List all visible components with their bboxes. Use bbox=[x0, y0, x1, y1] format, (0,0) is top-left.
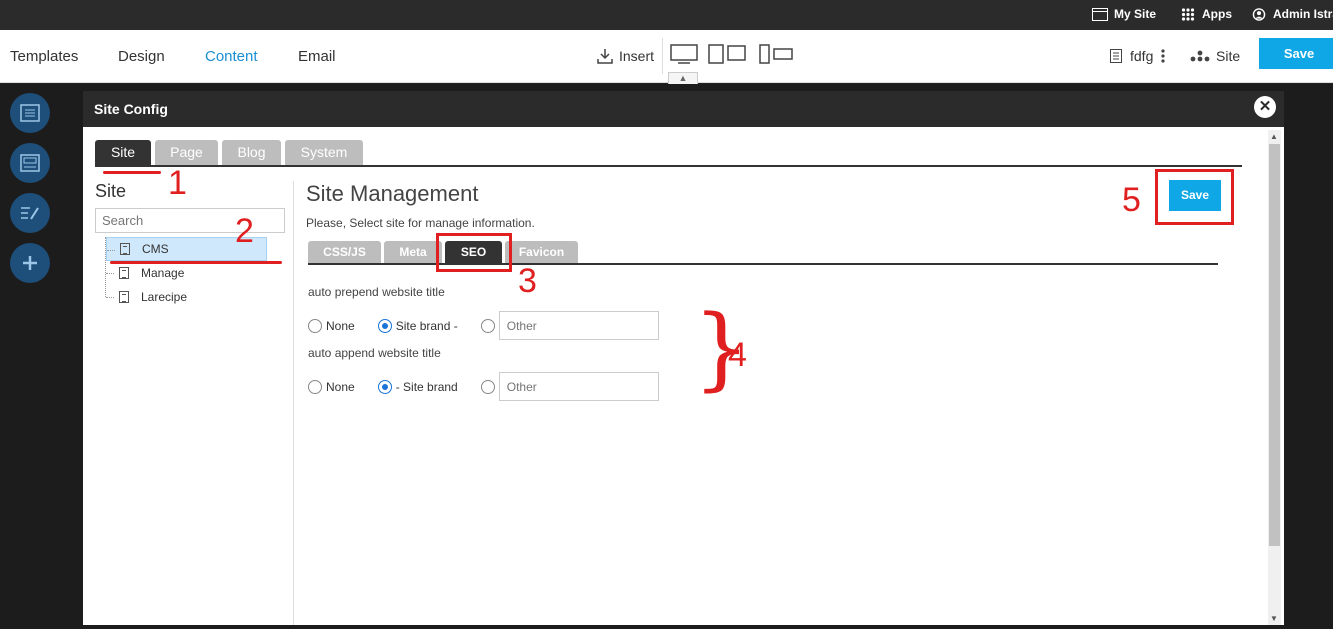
site-search-input[interactable] bbox=[95, 208, 285, 233]
annotation-underline-1 bbox=[103, 171, 161, 174]
scroll-up-icon[interactable]: ▲ bbox=[1270, 132, 1278, 141]
radio-label: None bbox=[326, 318, 355, 333]
annotation-number-4: 4 bbox=[728, 336, 747, 374]
site-label: Site bbox=[1216, 48, 1241, 64]
annotation-number-1: 1 bbox=[168, 164, 187, 202]
tab-site[interactable]: Site bbox=[95, 140, 151, 165]
scroll-down-icon[interactable]: ▼ bbox=[1270, 614, 1278, 623]
my-site-link[interactable]: My Site bbox=[1092, 7, 1156, 21]
page-selector[interactable]: fdfg bbox=[1110, 48, 1165, 64]
tab-system[interactable]: System bbox=[285, 140, 363, 165]
append-other-radio[interactable] bbox=[480, 379, 495, 394]
close-icon[interactable]: ✕ bbox=[1254, 96, 1276, 118]
tree-item-label: Larecipe bbox=[141, 290, 188, 304]
user-circle-icon bbox=[1252, 7, 1266, 21]
site-management-title: Site Management bbox=[306, 181, 479, 206]
tab-blog[interactable]: Blog bbox=[222, 140, 281, 165]
document-icon bbox=[120, 243, 130, 255]
admin-label: Admin Istra bbox=[1273, 7, 1333, 21]
modal-header: Site Config ✕ bbox=[83, 91, 1284, 127]
site-tree: CMS Manage Larecipe bbox=[105, 237, 293, 304]
radio-label: None bbox=[326, 379, 355, 394]
admin-user-menu[interactable]: Admin Istra bbox=[1251, 7, 1333, 21]
edit-text-button[interactable] bbox=[10, 193, 50, 233]
subtab-favicon[interactable]: Favicon bbox=[505, 241, 578, 263]
tree-item-larecipe[interactable]: Larecipe bbox=[106, 285, 293, 309]
site-management-description: Please, Select site for manage informati… bbox=[306, 216, 535, 230]
tree-item-manage[interactable]: Manage bbox=[106, 261, 293, 285]
prepend-other-input[interactable] bbox=[498, 311, 659, 340]
radio-label: Site brand - bbox=[395, 318, 458, 333]
subtab-css-js[interactable]: CSS/JS bbox=[308, 241, 381, 263]
add-button[interactable] bbox=[10, 243, 50, 283]
apps-label: Apps bbox=[1202, 7, 1232, 21]
site-management-panel: Site Management Please, Select site for … bbox=[306, 181, 1221, 265]
my-site-label: My Site bbox=[1114, 7, 1157, 21]
nav-content[interactable]: Content bbox=[205, 48, 258, 65]
annotation-underline-2 bbox=[110, 261, 282, 264]
tabs-divider bbox=[95, 165, 1242, 167]
edit-lines-icon bbox=[21, 207, 39, 220]
prepend-options: None Site brand - bbox=[308, 311, 659, 340]
editor-toolbar: Templates Design Content Email Insert ▲ … bbox=[0, 30, 1333, 84]
scrollbar-thumb[interactable] bbox=[1269, 144, 1280, 546]
layout-block-button[interactable] bbox=[10, 143, 50, 183]
desktop-icon[interactable] bbox=[670, 44, 698, 64]
config-tabs: Site Page Blog System bbox=[95, 140, 363, 165]
document-icon bbox=[119, 267, 129, 279]
plus-icon bbox=[23, 256, 37, 270]
site-hierarchy-icon bbox=[1190, 50, 1210, 62]
list-icon bbox=[20, 104, 40, 122]
modal-title: Site Config bbox=[94, 101, 168, 117]
subtab-meta[interactable]: Meta bbox=[384, 241, 442, 263]
tree-item-label: Manage bbox=[141, 266, 185, 280]
annotation-box-3 bbox=[436, 233, 512, 272]
more-vertical-icon[interactable] bbox=[1161, 49, 1165, 63]
apps-grid-icon bbox=[1181, 7, 1195, 21]
page-icon bbox=[1110, 49, 1122, 63]
block-icon bbox=[20, 154, 40, 172]
document-icon bbox=[119, 291, 129, 303]
annotation-number-2: 2 bbox=[235, 212, 254, 250]
nav-templates[interactable]: Templates bbox=[10, 48, 78, 65]
append-other-input[interactable] bbox=[498, 372, 659, 401]
apps-link[interactable]: Apps bbox=[1180, 7, 1232, 21]
collapse-toolbar-button[interactable]: ▲ bbox=[668, 72, 698, 84]
mobile-icon[interactable] bbox=[756, 44, 794, 64]
save-button[interactable]: Save bbox=[1259, 38, 1333, 69]
radio-label: - Site brand bbox=[395, 379, 458, 394]
insert-button[interactable]: Insert bbox=[597, 48, 654, 64]
layout-list-button[interactable] bbox=[10, 93, 50, 133]
site-panel-title: Site bbox=[95, 181, 127, 201]
site-config-modal: Site Config ✕ ▲ ▼ Site Page Blog System … bbox=[83, 91, 1284, 625]
tab-page[interactable]: Page bbox=[155, 140, 218, 165]
site-menu-button[interactable]: Site bbox=[1190, 48, 1240, 64]
site-list-panel: Site CMS Manage Larecipe bbox=[95, 181, 294, 625]
chevron-up-icon: ▲ bbox=[678, 73, 688, 83]
prepend-site-brand-radio[interactable] bbox=[377, 318, 392, 333]
append-options: None - Site brand bbox=[308, 372, 659, 401]
toolbar-divider bbox=[662, 38, 663, 74]
append-title-label: auto append website title bbox=[308, 346, 441, 360]
nav-design[interactable]: Design bbox=[118, 48, 165, 65]
tree-item-label: CMS bbox=[142, 242, 169, 256]
nav-email[interactable]: Email bbox=[298, 48, 336, 65]
prepend-other-radio[interactable] bbox=[480, 318, 495, 333]
browser-window-icon bbox=[1092, 7, 1108, 21]
prepend-none-radio[interactable] bbox=[308, 318, 322, 333]
append-site-brand-radio[interactable] bbox=[377, 379, 392, 394]
modal-scrollbar[interactable]: ▲ ▼ bbox=[1268, 130, 1281, 625]
insert-label: Insert bbox=[619, 48, 655, 64]
annotation-box-5 bbox=[1155, 169, 1234, 225]
append-none-radio[interactable] bbox=[308, 379, 322, 394]
top-bar: My Site Apps Admin Istra bbox=[0, 0, 1333, 30]
download-icon bbox=[597, 49, 613, 64]
prepend-title-label: auto prepend website title bbox=[308, 285, 445, 299]
annotation-number-3: 3 bbox=[518, 262, 537, 300]
device-switcher bbox=[670, 44, 794, 64]
tablet-icon[interactable] bbox=[708, 44, 746, 64]
annotation-number-5: 5 bbox=[1122, 181, 1141, 219]
page-name-label: fdfg bbox=[1130, 48, 1154, 64]
